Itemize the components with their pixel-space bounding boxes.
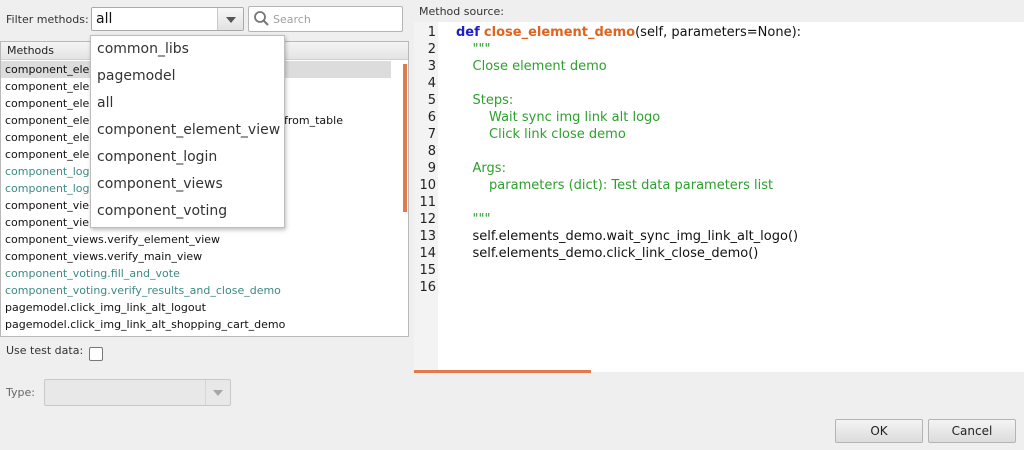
type-label: Type: (6, 386, 35, 399)
code-line: parameters (dict): Test data parameters … (456, 178, 774, 193)
method-name: pagemodel.click_img_link_alt_shopping_ca… (5, 318, 286, 331)
editor-scroll-indicator[interactable] (414, 370, 591, 373)
code-line: """ (456, 212, 491, 227)
method-name: component_voting.fill_and_vote (5, 267, 180, 280)
code-line-1: def close_element_demo(self, parameters=… (456, 25, 801, 40)
line-number-gutter: 1 2 3 4 5 6 7 8 9 10 11 12 13 14 15 16 (414, 22, 438, 372)
line-number: 1 (427, 25, 436, 40)
filter-methods-combo[interactable]: all (91, 7, 244, 31)
method-name: component_ele (5, 148, 90, 161)
line-number: 7 (427, 127, 436, 142)
use-test-data-label: Use test data: (6, 344, 84, 357)
search-icon (254, 11, 269, 26)
line-number: 11 (419, 195, 436, 210)
cancel-button[interactable]: Cancel (928, 419, 1016, 443)
search-input[interactable]: Search (248, 6, 403, 32)
filter-dropdown[interactable]: common_libs pagemodel all component_element… (90, 35, 285, 228)
method-row[interactable]: pagemodel.click_img_link_alt_shopping_ca… (1, 316, 401, 333)
code-line: self.elements_demo.wait_sync_img_link_al… (456, 229, 799, 244)
code-line: Click link close demo (456, 127, 626, 142)
line-number: 2 (427, 42, 436, 57)
method-name: component_vie (5, 199, 90, 212)
line-number: 5 (427, 93, 436, 108)
method-row[interactable]: pagemodel.click_img_link_alt_logout (1, 299, 401, 316)
method-row[interactable]: component_voting.fill_and_vote (1, 265, 401, 282)
function-name: close_element_demo (483, 25, 636, 40)
line-number: 10 (419, 178, 436, 193)
function-signature: (self, parameters=None): (635, 25, 802, 40)
code-line: """ (456, 42, 491, 57)
type-combo[interactable] (44, 379, 231, 406)
chevron-down-icon (213, 390, 223, 396)
filter-option[interactable]: all (91, 90, 284, 117)
method-name: pagemodel.click_img_link_alt_logout (5, 301, 206, 314)
line-number: 3 (427, 59, 436, 74)
keyword-def: def (456, 25, 480, 40)
filter-option[interactable]: pagemodel (91, 63, 284, 90)
line-number: 9 (427, 161, 436, 176)
filter-option[interactable]: component_login (91, 144, 284, 171)
line-number: 16 (419, 280, 436, 295)
dropdown-button[interactable] (217, 8, 243, 30)
filter-option[interactable]: component_views (91, 171, 284, 198)
search-placeholder: Search (273, 13, 311, 26)
filter-methods-label: Filter methods: (6, 13, 89, 26)
filter-methods-value: all (96, 11, 113, 27)
filter-option[interactable]: common_libs (91, 36, 284, 63)
ok-button[interactable]: OK (835, 419, 923, 443)
method-source-editor[interactable]: 1 2 3 4 5 6 7 8 9 10 11 12 13 14 15 16 def close_elemen… (414, 22, 1024, 372)
methods-scrollbar[interactable] (403, 64, 407, 212)
line-number: 12 (419, 212, 436, 227)
line-number: 14 (419, 246, 436, 261)
use-test-data-checkbox[interactable] (89, 347, 103, 361)
chevron-down-icon (226, 17, 236, 23)
method-name: component_voting.verify_results_and_clos… (5, 284, 281, 297)
line-number: 13 (419, 229, 436, 244)
method-row[interactable]: component_views.verify_main_view (1, 248, 401, 265)
type-dropdown-button[interactable] (205, 380, 230, 405)
method-name: component_ele (5, 131, 90, 144)
method-name: component_ele (5, 114, 90, 127)
method-name: component_log (5, 165, 90, 178)
method-row[interactable]: component_views.verify_element_view (1, 231, 401, 248)
method-name: component_ele (5, 63, 90, 76)
filter-option[interactable]: component_voting (91, 198, 284, 225)
method-name: component_ele (5, 97, 90, 110)
code-line: self.elements_demo.click_link_close_demo… (456, 246, 759, 261)
line-number: 8 (427, 144, 436, 159)
code-line: Args: (456, 161, 506, 176)
line-number: 6 (427, 110, 436, 125)
method-row[interactable]: component_voting.verify_results_and_clos… (1, 282, 401, 299)
filter-option[interactable]: component_element_view (91, 117, 284, 144)
code-line: Steps: (456, 93, 514, 108)
method-name: component_views.verify_element_view (5, 233, 221, 246)
method-name: component_log (5, 182, 90, 195)
line-number: 15 (419, 263, 436, 278)
line-number: 4 (427, 76, 436, 91)
method-name: component_vie (5, 216, 90, 229)
code-line: Wait sync img link alt logo (456, 110, 661, 125)
method-source-label: Method source: (419, 5, 504, 18)
method-name: component_views.verify_main_view (5, 250, 203, 263)
method-name: component_ele (5, 80, 90, 93)
method-name-tail: from_table (284, 114, 343, 127)
code-line: Close element demo (456, 59, 607, 74)
